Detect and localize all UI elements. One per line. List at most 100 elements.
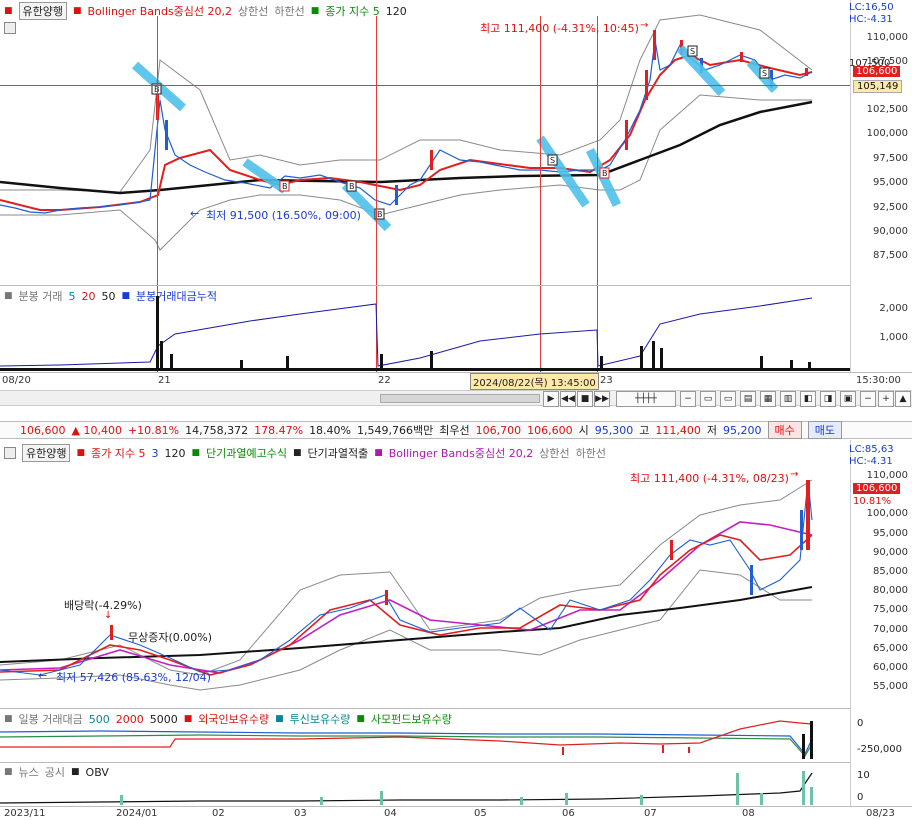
view-icon[interactable]: ▤: [740, 391, 756, 407]
svg-text:S: S: [762, 69, 767, 78]
y-tick: 110,000: [866, 32, 908, 43]
x-tick: 08: [742, 808, 755, 819]
ask-price: 106,700: [475, 423, 522, 437]
bottom-price-axis[interactable]: LC:85,63 HC:-4.31 110,000 106,600 10.81%…: [849, 440, 912, 708]
x-tick: 23: [600, 375, 613, 386]
svg-text:S: S: [690, 47, 695, 56]
top-scrollbar[interactable]: ▶ ◀◀ ■ ▶▶ ┼┼┼┼ − ▭ ▭ ▤ ▦ ▥ ◧ ◨ ▣ − + ▲: [0, 390, 912, 407]
svg-text:B: B: [377, 210, 383, 219]
lc-label: LC:16,50: [849, 2, 894, 13]
holdings-axis[interactable]: 0 -250,000: [850, 708, 912, 762]
buy-button[interactable]: 매수: [767, 421, 802, 439]
x-tick: 04: [384, 808, 397, 819]
view-icon[interactable]: ▥: [780, 391, 796, 407]
hc-label: HC:-4.31: [849, 14, 893, 25]
y-tick: 95,000: [873, 177, 908, 188]
y-tick: 55,000: [873, 681, 908, 692]
bb-upper-label[interactable]: 상한선: [539, 445, 569, 461]
arrow-left-icon: ←: [190, 207, 200, 220]
view-icon[interactable]: ▭: [720, 391, 736, 407]
arrow-left-icon: ←: [38, 669, 48, 682]
view-icon[interactable]: ◧: [800, 391, 816, 407]
bb-indicator-label[interactable]: Bollinger Bands중심선 20,2: [389, 445, 534, 461]
obv-axis[interactable]: 10 0: [850, 762, 912, 806]
y-tick: 90,000: [873, 547, 908, 558]
y-tick: 0: [857, 792, 864, 803]
ma-period-label[interactable]: 120: [164, 447, 185, 460]
high-label: 고: [639, 424, 650, 437]
current-price-box: 106,600: [853, 483, 901, 494]
time-label: 08/23: [866, 808, 895, 819]
stop-icon[interactable]: ■: [577, 391, 593, 407]
y-tick: 92,500: [873, 202, 908, 213]
y-tick: -250,000: [857, 744, 902, 755]
y-tick: 10: [857, 770, 870, 781]
y-tick: 102,500: [866, 104, 908, 115]
holdings-chart[interactable]: [0, 709, 850, 761]
top-price-chart[interactable]: B B B B S B S S: [0, 0, 850, 285]
bottom-x-axis: 2023/11 2024/01 02 03 04 05 06 07 08 08/…: [0, 806, 912, 820]
view-icon[interactable]: ◨: [820, 391, 836, 407]
y-tick-overlay: 107,500: [849, 58, 891, 69]
x-tick: 07: [644, 808, 657, 819]
zoom-out-icon[interactable]: −: [680, 391, 696, 407]
sell-button[interactable]: 매도: [807, 421, 842, 439]
price-change: ▲ 10,400: [71, 423, 122, 437]
change-pct-label: 10.81%: [853, 496, 892, 507]
arrow-down-icon: ↓: [104, 610, 113, 621]
y-tick: 90,000: [873, 226, 908, 237]
top-price-axis[interactable]: LC:16,50 HC:-4.31 110,000 107,500 102,50…: [849, 0, 912, 285]
view-icon[interactable]: ▦: [760, 391, 776, 407]
reference-price-box: 105,149: [853, 80, 903, 93]
marker-square-icon: ■: [191, 448, 200, 458]
low-annotation: 최저 91,500 (16.50%, 09:00): [206, 209, 361, 222]
y-tick: 80,000: [873, 585, 908, 596]
overheat-detect-label[interactable]: 단기과열적출: [307, 445, 368, 461]
y-tick: 2,000: [879, 303, 908, 314]
open-price: 95,300: [594, 423, 634, 437]
dividend-annotation: 배당락(-4.29%): [64, 599, 142, 612]
trade-amount: 1,549,766백만: [357, 424, 434, 437]
bb-lower-label[interactable]: 하한선: [576, 445, 606, 461]
top-chart-panel: ■ 유한양행 ■ Bollinger Bands중심선 20,2 상한선 하한선…: [0, 0, 912, 410]
top-volume-axis[interactable]: 2,000 1,000: [850, 285, 912, 372]
high-annotation: 최고 111,400 (-4.31%, 10:45): [480, 22, 639, 35]
zoom-out-icon[interactable]: −: [860, 391, 876, 407]
marker-square-icon: ■: [292, 448, 302, 458]
obv-chart[interactable]: [0, 763, 850, 807]
y-tick: 85,000: [873, 566, 908, 577]
y-tick: 87,500: [873, 250, 908, 261]
zoom-in-icon[interactable]: +: [878, 391, 894, 407]
scroll-right-icon[interactable]: ▶: [543, 391, 559, 407]
x-tick: 03: [294, 808, 307, 819]
arrow-right-icon: →: [640, 20, 649, 31]
zoom-slider[interactable]: ┼┼┼┼: [616, 391, 676, 407]
svg-text:B: B: [282, 182, 288, 191]
turnover-rate: 18.40%: [309, 423, 352, 437]
volume-ratio: 178.47%: [254, 423, 304, 437]
y-tick: 70,000: [873, 624, 908, 635]
play-icon[interactable]: ▶▶: [594, 391, 610, 407]
svg-text:B: B: [349, 182, 355, 191]
arrow-right-icon: →: [790, 469, 799, 480]
marker-square-icon: ■: [76, 448, 85, 458]
grid-icon[interactable]: [4, 447, 16, 459]
view-icon[interactable]: ▣: [840, 391, 856, 407]
y-tick: 75,000: [873, 604, 908, 615]
x-tick: 22: [378, 375, 391, 386]
y-tick: 110,000: [866, 470, 908, 481]
collapse-icon[interactable]: ▲: [895, 391, 911, 407]
overheat-warning-label[interactable]: 단기과열예고수식: [206, 445, 287, 461]
best-quote-label: 최우선: [439, 424, 470, 437]
y-tick: 0: [857, 718, 864, 729]
price-change-pct: +10.81%: [127, 423, 180, 437]
ma-indicator-label[interactable]: 종가 지수 5: [91, 445, 145, 461]
high-annotation: 최고 111,400 (-4.31%, 08/23): [630, 472, 789, 485]
high-price: 111,400: [655, 423, 701, 437]
top-volume-chart[interactable]: [0, 286, 850, 372]
low-annotation: 최저 57,426 (85.63%, 12/04): [56, 671, 211, 684]
rewind-icon[interactable]: ◀◀: [560, 391, 576, 407]
scroll-thumb[interactable]: [380, 394, 540, 403]
ma-period-label[interactable]: 3: [151, 447, 158, 460]
display-icon[interactable]: ▭: [700, 391, 716, 407]
